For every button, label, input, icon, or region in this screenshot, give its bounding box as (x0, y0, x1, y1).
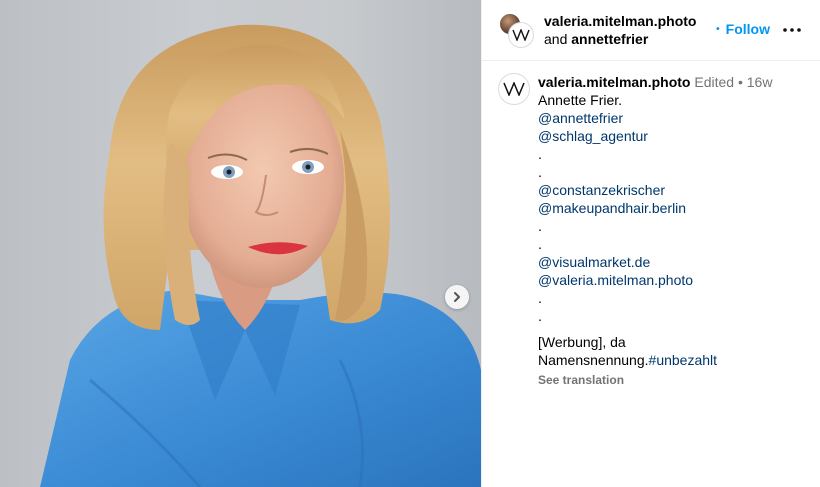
follow-button[interactable]: Follow (726, 21, 770, 37)
vm-logo-icon (503, 82, 525, 96)
caption-avatar[interactable] (498, 73, 530, 105)
mention-link[interactable]: @makeupandhair.berlin (538, 199, 772, 217)
caption-gap (538, 325, 772, 333)
caption-line: . (538, 290, 542, 306)
caption-line: . (538, 236, 542, 252)
post-time[interactable]: 16w (747, 74, 773, 90)
caption-line: . (538, 164, 542, 180)
post-dialog: valeria.mitelman.photo and annettefrier … (0, 0, 820, 487)
more-dots-icon (783, 28, 801, 32)
follow-area: • Follow (716, 21, 770, 37)
see-translation-button[interactable]: See translation (538, 371, 772, 389)
chevron-right-icon (454, 292, 460, 302)
avatar-valeria[interactable] (508, 22, 534, 48)
mention-link[interactable]: @valeria.mitelman.photo (538, 271, 772, 289)
edited-label: Edited (694, 74, 735, 90)
caption-line: Annette Frier. (538, 92, 623, 108)
header-usernames: valeria.mitelman.photo and annettefrier (544, 12, 696, 48)
header-username[interactable]: valeria.mitelman.photo (544, 12, 696, 30)
header-and-text: and (544, 31, 568, 47)
caption-line: . (538, 218, 542, 234)
caption-werbung-line: [Werbung], da (538, 334, 626, 350)
more-options-button[interactable] (782, 21, 802, 39)
next-image-button[interactable] (445, 285, 469, 309)
caption-hashtag-line: Namensnennung.#unbezahlt (538, 351, 772, 369)
collab-avatars[interactable] (498, 12, 534, 48)
caption: valeria.mitelman.photo Edited • 16w Anne… (482, 61, 820, 389)
post-media[interactable] (0, 0, 481, 487)
vm-logo-icon (512, 29, 530, 41)
caption-username[interactable]: valeria.mitelman.photo (538, 74, 690, 90)
post-header: valeria.mitelman.photo and annettefrier … (482, 0, 820, 61)
mention-link[interactable]: @visualmarket.de (538, 253, 772, 271)
mention-link[interactable]: @constanzekrischer (538, 181, 772, 199)
caption-header: valeria.mitelman.photo Edited • 16w (538, 73, 772, 91)
caption-namensnennung: Namensnennung. (538, 352, 649, 368)
caption-line: . (538, 146, 542, 162)
caption-line: . (538, 308, 542, 324)
hashtag-unbezahlt[interactable]: #unbezahlt (649, 352, 718, 368)
follow-dot: • (716, 23, 720, 35)
mention-link[interactable]: @schlag_agentur (538, 127, 772, 145)
header-collaborator[interactable]: annettefrier (571, 31, 648, 47)
caption-body: valeria.mitelman.photo Edited • 16w Anne… (538, 73, 772, 389)
meta-separator: • (737, 74, 743, 90)
post-side-panel: valeria.mitelman.photo and annettefrier … (481, 0, 820, 487)
portrait-photo (40, 24, 481, 487)
caption-lines: Annette Frier. @annettefrier @schlag_agent… (538, 91, 772, 325)
mention-link[interactable]: @annettefrier (538, 109, 772, 127)
